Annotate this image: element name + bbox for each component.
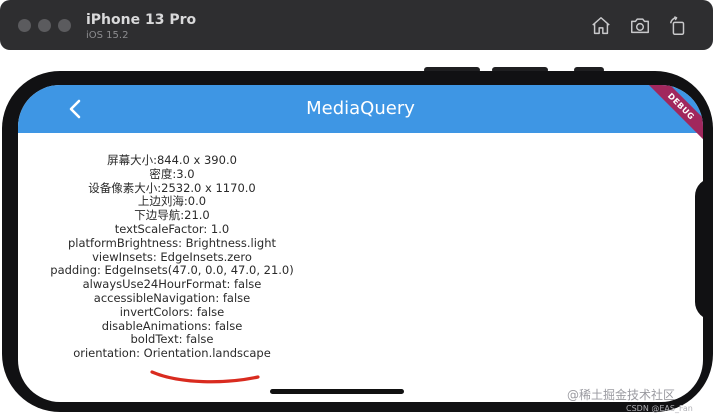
info-line: accessibleNavigation: false [93, 290, 251, 305]
red-underline-annotation [150, 370, 260, 384]
info-line: 上边刘海:0.0 [137, 194, 207, 209]
os-version: iOS 15.2 [86, 30, 129, 41]
info-line: alwaysUse24HourFormat: false [82, 277, 262, 292]
home-icon[interactable] [590, 15, 612, 37]
camera-notch [695, 178, 713, 320]
info-line: 下边导航:21.0 [134, 208, 210, 223]
info-line: padding: EdgeInsets(47.0, 0.0, 47.0, 21.… [50, 263, 294, 278]
info-line: 设备像素大小:2532.0 x 1170.0 [88, 180, 256, 195]
rotate-icon[interactable] [667, 15, 689, 37]
info-line: disableAnimations: false [101, 318, 243, 333]
app-bar: MediaQuery DEBUG [18, 85, 703, 145]
info-line: boldText: false [130, 332, 214, 347]
window-minimize-button[interactable] [38, 19, 51, 32]
info-line: 屏幕大小:844.0 x 390.0 [107, 153, 237, 167]
info-line: viewInsets: EdgeInsets.zero [92, 249, 252, 264]
home-indicator [270, 389, 404, 394]
credit-text: CSDN @EAS_Fan [626, 404, 693, 413]
device-name: iPhone 13 Pro [86, 12, 197, 28]
info-line: platformBrightness: Brightness.light [67, 235, 277, 250]
simulator-title-bar: iPhone 13 Pro iOS 15.2 [0, 0, 713, 50]
page-title: MediaQuery [306, 98, 415, 119]
info-line: textScaleFactor: 1.0 [114, 221, 230, 236]
media-query-info-list: 屏幕大小:844.0 x 390.0 密度:3.0 设备像素大小:2532.0 … [18, 153, 326, 361]
info-line: invertColors: false [119, 304, 225, 319]
watermark: @稀土掘金技术社区 [567, 388, 676, 402]
window-close-button[interactable] [18, 19, 31, 32]
info-line: 密度:3.0 [149, 166, 195, 181]
info-line: orientation: Orientation.landscape [73, 346, 271, 361]
screenshot-icon[interactable] [629, 15, 651, 37]
window-zoom-button[interactable] [58, 19, 71, 32]
